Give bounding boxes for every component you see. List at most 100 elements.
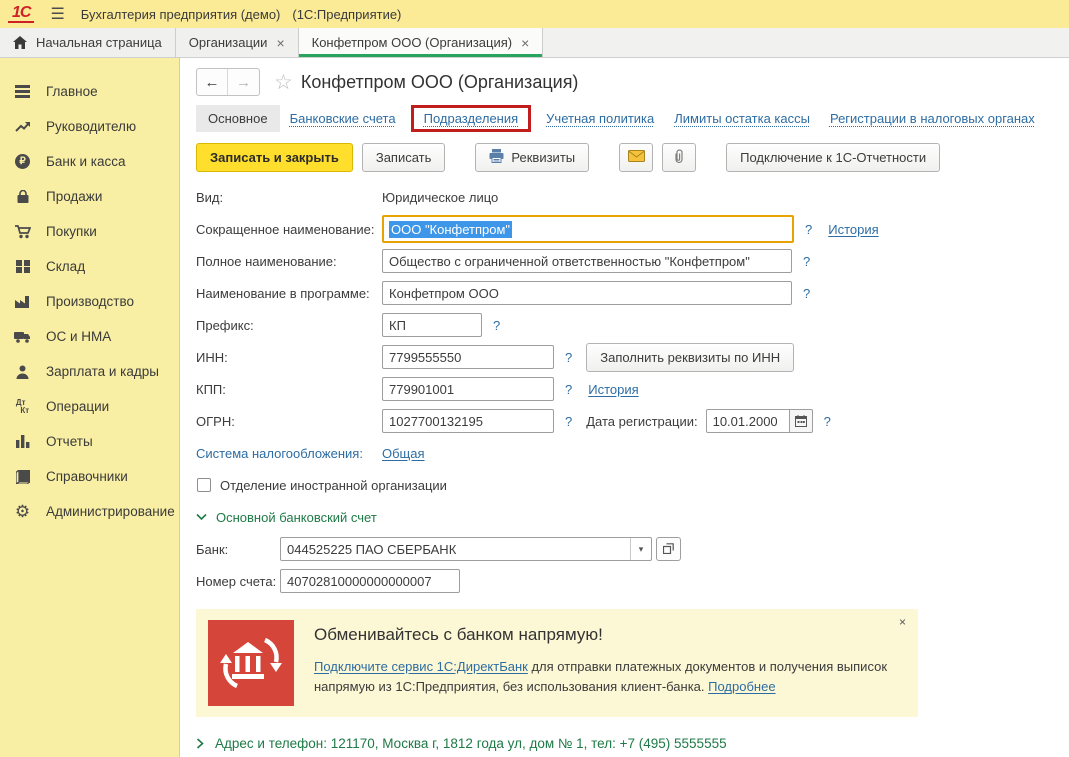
inn-help-icon[interactable]: ?	[565, 350, 572, 365]
full-name-input[interactable]	[382, 249, 792, 273]
reg-date-help-icon[interactable]: ?	[824, 414, 831, 429]
program-name-label: Наименование в программе:	[196, 286, 382, 301]
save-button[interactable]: Записать	[362, 143, 446, 172]
forward-button[interactable]: →	[228, 69, 259, 95]
address-phone-section[interactable]: Адрес и телефон: 121170, Москва г, 1812 …	[196, 729, 1069, 757]
kind-value: Юридическое лицо	[382, 190, 498, 205]
sidebar-item-directories[interactable]: Справочники	[0, 459, 179, 494]
account-input[interactable]	[280, 569, 460, 593]
kpp-input[interactable]	[382, 377, 554, 401]
ogrn-help-icon[interactable]: ?	[565, 414, 572, 429]
directbank-link[interactable]: Подключите сервис 1С:ДиректБанк	[314, 659, 528, 674]
tab-konfetprom[interactable]: Конфетпром ООО (Организация) ×	[299, 28, 544, 57]
home-icon	[13, 36, 27, 49]
kpp-history-link[interactable]: История	[588, 382, 638, 397]
annotation-highlight-box: Подразделения	[411, 105, 532, 132]
sidebar-item-main[interactable]: Главное	[0, 74, 179, 109]
sidebar-item-bank-cash[interactable]: ₽ Банк и касса	[0, 144, 179, 179]
short-name-selected-text: ООО "Конфетпром"	[389, 221, 512, 238]
cart-icon	[13, 225, 32, 239]
tab-organizations[interactable]: Организации ×	[176, 28, 299, 57]
nav-link-main[interactable]: Основное	[196, 105, 280, 132]
sidebar-item-label: Администрирование	[46, 504, 175, 519]
sidebar-item-administration[interactable]: ⚙ Администрирование	[0, 494, 179, 529]
bank-section-header[interactable]: Основной банковский счет	[196, 501, 1069, 533]
back-button[interactable]: ←	[197, 69, 228, 95]
open-bank-button[interactable]	[656, 537, 681, 561]
main-menu-icon[interactable]: ☰	[40, 4, 74, 24]
prefix-input[interactable]	[382, 313, 482, 337]
sidebar-item-label: Руководителю	[46, 119, 136, 134]
bank-section-title: Основной банковский счет	[216, 510, 377, 525]
section-nav: Основное Банковские счета Подразделения …	[196, 105, 1069, 132]
sidebar-item-warehouse[interactable]: Склад	[0, 249, 179, 284]
requisites-button[interactable]: Реквизиты	[475, 143, 589, 172]
nav-link-accounting-policy[interactable]: Учетная политика	[536, 105, 664, 132]
bag-icon	[13, 190, 32, 204]
inn-input[interactable]	[382, 345, 554, 369]
dropdown-arrow-icon[interactable]: ▾	[630, 538, 651, 560]
nav-link-cash-limits[interactable]: Лимиты остатка кассы	[664, 105, 820, 132]
prefix-help-icon[interactable]: ?	[493, 318, 500, 333]
inn-label: ИНН:	[196, 350, 382, 365]
field-tax-system: Система налогообложения: Общая	[196, 437, 1069, 469]
bar-chart-icon	[13, 435, 32, 448]
sidebar-item-sales[interactable]: Продажи	[0, 179, 179, 214]
more-link[interactable]: Подробнее	[708, 679, 775, 694]
footer-sections: Адрес и телефон: 121170, Москва г, 1812 …	[196, 729, 1069, 757]
kpp-help-icon[interactable]: ?	[565, 382, 572, 397]
short-name-input[interactable]: ООО "Конфетпром"	[382, 215, 794, 243]
short-name-history-link[interactable]: История	[828, 222, 878, 237]
sidebar-item-reports[interactable]: Отчеты	[0, 424, 179, 459]
connect-1c-reporting-button[interactable]: Подключение к 1С-Отчетности	[726, 143, 940, 172]
history-nav-buttons: ← →	[196, 68, 260, 96]
app-title: Бухгалтерия предприятия (демо)	[81, 7, 281, 22]
tab-close-icon[interactable]: ×	[276, 35, 284, 51]
gear-icon: ⚙	[13, 503, 32, 520]
foreign-branch-checkbox[interactable]	[197, 478, 211, 492]
sidebar-item-production[interactable]: Производство	[0, 284, 179, 319]
address-phone-label: Адрес и телефон: 121170, Москва г, 1812 …	[215, 736, 727, 751]
nav-link-tax-registrations[interactable]: Регистрации в налоговых органах	[820, 105, 1045, 132]
envelope-icon	[628, 150, 645, 165]
sidebar-item-operations[interactable]: Дт Кт Операции	[0, 389, 179, 424]
program-name-input[interactable]	[382, 281, 792, 305]
nav-link-subdivisions[interactable]: Подразделения	[421, 111, 522, 126]
page-title: Конфетпром ООО (Организация)	[301, 72, 579, 93]
calendar-icon[interactable]	[790, 409, 813, 433]
reg-date-label: Дата регистрации:	[586, 414, 697, 429]
attachment-button[interactable]	[662, 143, 696, 172]
sidebar-item-fixed-assets[interactable]: ОС и НМА	[0, 319, 179, 354]
person-icon	[13, 365, 32, 379]
mail-button[interactable]	[619, 143, 653, 172]
bank-value: 044525225 ПАО СБЕРБАНК	[281, 538, 630, 560]
save-close-button[interactable]: Записать и закрыть	[196, 143, 353, 172]
bank-combobox[interactable]: 044525225 ПАО СБЕРБАНК ▾	[280, 537, 652, 561]
tax-system-link[interactable]: Общая	[382, 446, 425, 461]
kpp-label: КПП:	[196, 382, 382, 397]
ruble-circle-icon: ₽	[13, 154, 32, 169]
sidebar-item-purchases[interactable]: Покупки	[0, 214, 179, 249]
kind-label: Вид:	[196, 190, 382, 205]
boxes-grid-icon	[13, 260, 32, 273]
field-kpp: КПП: ? История	[196, 373, 1069, 405]
fill-by-inn-button[interactable]: Заполнить реквизиты по ИНН	[586, 343, 794, 372]
ogrn-input[interactable]	[382, 409, 554, 433]
reg-date-input[interactable]	[706, 409, 790, 433]
sidebar-item-manager[interactable]: Руководителю	[0, 109, 179, 144]
program-name-help-icon[interactable]: ?	[803, 286, 810, 301]
short-name-label: Сокращенное наименование:	[196, 222, 382, 237]
sidebar-item-label: Продажи	[46, 189, 102, 204]
toolbar: Записать и закрыть Записать Реквизиты	[196, 143, 1069, 172]
nav-link-bank-accounts[interactable]: Банковские счета	[280, 105, 406, 132]
bank-label: Банк:	[196, 542, 280, 557]
tab-home[interactable]: Начальная страница	[0, 28, 176, 57]
banner-close-icon[interactable]: ×	[899, 615, 906, 629]
short-name-help-icon[interactable]: ?	[805, 222, 812, 237]
bank-exchange-icon	[208, 620, 294, 706]
tab-close-icon[interactable]: ×	[521, 35, 529, 51]
sidebar-item-salary-hr[interactable]: Зарплата и кадры	[0, 354, 179, 389]
favorite-star-icon[interactable]: ☆	[274, 70, 293, 95]
field-kind: Вид: Юридическое лицо	[196, 181, 1069, 213]
full-name-help-icon[interactable]: ?	[803, 254, 810, 269]
